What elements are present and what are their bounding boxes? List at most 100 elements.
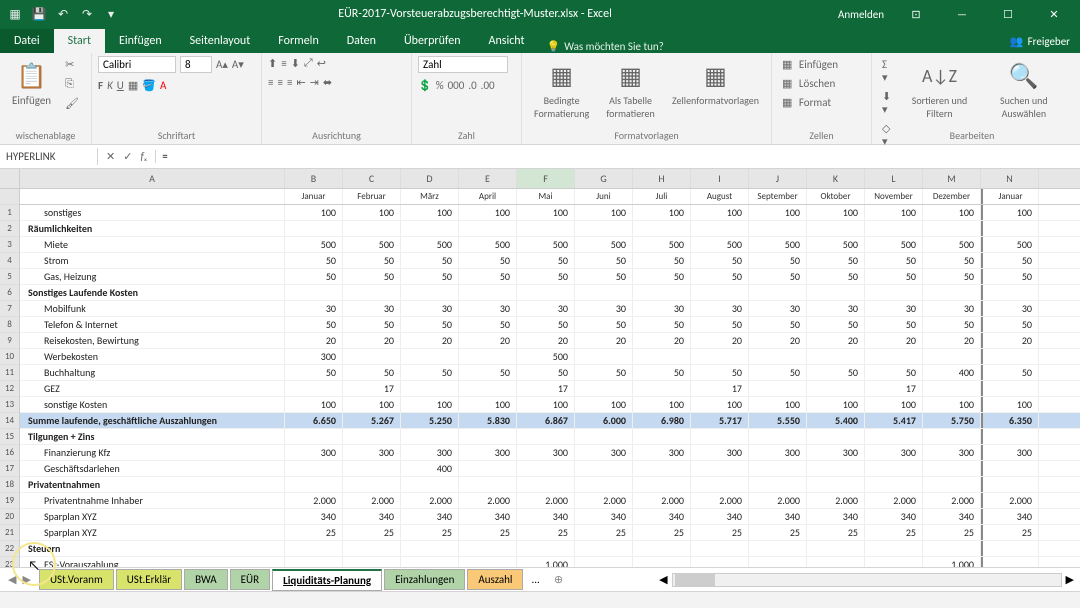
cell[interactable]: 340 [401,509,459,524]
table-row[interactable]: Gas, Heizung50505050505050505050505050 [20,269,1080,285]
cell[interactable] [459,477,517,492]
cell[interactable]: 17 [865,381,923,396]
fill-icon[interactable]: ⬇ ▾ [878,88,897,118]
cell[interactable] [691,285,749,300]
cell[interactable]: 2.000 [343,493,401,508]
hscroll-bar[interactable] [672,573,1062,587]
cell[interactable]: 500 [633,237,691,252]
col-header-J[interactable]: J [749,169,807,188]
cell[interactable]: 50 [807,253,865,268]
cell[interactable]: 50 [517,317,575,332]
cell[interactable]: 340 [923,509,981,524]
cell[interactable] [807,429,865,444]
cell[interactable]: 5.830 [459,413,517,428]
cell[interactable]: 17 [517,381,575,396]
cell[interactable]: 25 [575,525,633,540]
cell[interactable] [633,349,691,364]
cell[interactable]: 25 [285,525,343,540]
col-header-E[interactable]: E [459,169,517,188]
cell[interactable]: 50 [923,269,981,284]
cell[interactable] [517,461,575,476]
row-header[interactable]: 6 [0,285,19,301]
cell[interactable]: 50 [459,317,517,332]
row-header[interactable]: 23 [0,557,19,567]
table-row[interactable]: Geschäftsdarlehen400 [20,461,1080,477]
cell[interactable] [981,429,1039,444]
sheet-tab-ust-erklaer[interactable]: USt.Erklär [116,569,182,590]
col-header-L[interactable]: L [865,169,923,188]
grid[interactable]: ABCDEFGHIJKLMNJanuarFebruarMärzAprilMaiJ… [20,169,1080,567]
cell[interactable] [517,429,575,444]
cell[interactable]: 5.250 [401,413,459,428]
cell[interactable]: 25 [749,525,807,540]
cell[interactable]: 100 [575,205,633,220]
cell[interactable]: 50 [633,317,691,332]
cell[interactable] [517,221,575,236]
col-header-K[interactable]: K [807,169,865,188]
cell[interactable]: 100 [865,397,923,412]
cell[interactable]: 100 [517,397,575,412]
underline-icon[interactable]: U [117,79,124,92]
cell[interactable]: 100 [807,397,865,412]
cell[interactable] [575,221,633,236]
table-row[interactable]: Privatentnahme Inhaber2.0002.0002.0002.0… [20,493,1080,509]
row-header[interactable]: 19 [0,493,19,509]
number-format-select[interactable] [418,56,508,73]
cell[interactable]: 50 [517,269,575,284]
cell[interactable]: 50 [633,253,691,268]
cell[interactable]: 100 [575,397,633,412]
undo-icon[interactable]: ↶ [52,3,74,25]
cell[interactable] [401,381,459,396]
cell[interactable]: 100 [691,397,749,412]
minimize-icon[interactable]: — [940,0,984,28]
cell[interactable]: 50 [285,317,343,332]
orientation-icon[interactable]: ⤢ [304,56,313,70]
cell[interactable]: 25 [517,525,575,540]
cell[interactable] [923,221,981,236]
tab-view[interactable]: Ansicht [475,29,539,53]
col-header-H[interactable]: H [633,169,691,188]
cell[interactable]: 300 [517,445,575,460]
cell[interactable]: 50 [285,253,343,268]
cell[interactable] [285,557,343,567]
table-row[interactable]: Miete50050050050050050050050050050050050… [20,237,1080,253]
table-row[interactable]: Räumlichkeiten [20,221,1080,237]
qat-more-icon[interactable]: ▾ [100,3,122,25]
redo-icon[interactable]: ↷ [76,3,98,25]
align-mid-icon[interactable]: ≡ [281,57,286,70]
cell[interactable] [285,477,343,492]
cell[interactable] [633,221,691,236]
cell[interactable] [459,429,517,444]
cell[interactable]: 500 [807,237,865,252]
cell[interactable] [343,461,401,476]
cell[interactable]: 50 [865,253,923,268]
cell[interactable] [749,477,807,492]
cell[interactable] [749,541,807,556]
cell[interactable] [633,477,691,492]
cell[interactable] [865,557,923,567]
cell[interactable] [981,349,1039,364]
cell[interactable]: 100 [633,205,691,220]
cell[interactable]: 50 [575,317,633,332]
cell[interactable]: 50 [459,365,517,380]
cell[interactable]: 50 [865,365,923,380]
row-header[interactable]: 17 [0,461,19,477]
cell[interactable]: 5.750 [923,413,981,428]
cell[interactable]: 340 [633,509,691,524]
cell[interactable] [459,461,517,476]
cell[interactable]: 50 [691,253,749,268]
cell[interactable]: 50 [575,365,633,380]
cell[interactable]: 5.717 [691,413,749,428]
hscroll-left-icon[interactable]: ◀ [659,573,667,586]
cell[interactable]: 100 [459,397,517,412]
cell[interactable] [749,461,807,476]
cell[interactable] [575,461,633,476]
cell[interactable]: 500 [401,237,459,252]
table-row[interactable]: Tilgungen + Zins [20,429,1080,445]
cell[interactable]: 25 [807,525,865,540]
cell[interactable]: 100 [517,205,575,220]
row-header[interactable]: 20 [0,509,19,525]
name-box[interactable]: HYPERLINK [0,148,98,165]
cell[interactable]: 400 [401,461,459,476]
cell[interactable]: 50 [807,317,865,332]
